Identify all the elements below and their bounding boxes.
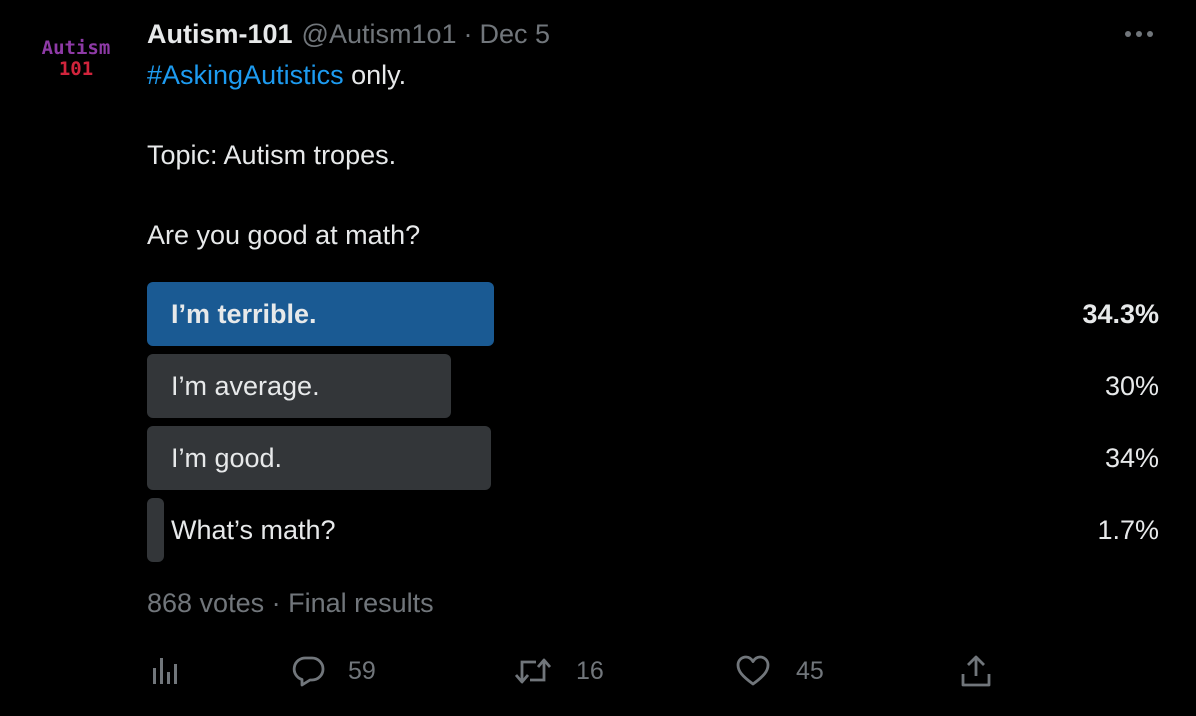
poll-option-label: What’s math?	[171, 515, 336, 545]
poll-option-label: I’m average.	[171, 371, 320, 401]
tweet-text-line-3: Are you good at math?	[147, 220, 421, 250]
heart-icon	[736, 655, 770, 687]
avatar-text-line2: 101	[58, 58, 94, 80]
poll-option-percent: 34%	[1104, 443, 1159, 473]
poll-option-percent: 1.7%	[1097, 515, 1159, 545]
views-button[interactable]	[150, 652, 180, 690]
reply-count: 59	[348, 656, 376, 685]
reply-icon	[292, 654, 326, 688]
retweet-button[interactable]: 16	[514, 652, 604, 690]
share-button[interactable]	[960, 652, 992, 690]
tweet-text-line-1: #AskingAutistics only.	[147, 60, 406, 91]
retweet-count: 16	[576, 656, 604, 685]
tweet-text-line-2: Topic: Autism tropes.	[147, 140, 397, 170]
poll-option-label: I’m terrible.	[171, 299, 317, 329]
hashtag-link[interactable]: #AskingAutistics	[147, 60, 344, 90]
avatar-text-line1: Autism	[41, 37, 111, 59]
tweet: Autism 101 Autism-101 @Autism1o1 · Dec 5…	[0, 0, 1196, 716]
tweet-date[interactable]: Dec 5	[480, 19, 551, 50]
poll-option: I’m good. 34%	[147, 426, 1159, 490]
poll-option-percent: 30%	[1104, 371, 1159, 401]
retweet-icon	[514, 654, 552, 688]
author-display-name[interactable]: Autism-101	[147, 19, 293, 50]
header-separator: ·	[463, 18, 473, 49]
poll-summary: 868 votes · Final results	[147, 588, 434, 618]
poll-option: I’m average. 30%	[147, 354, 1159, 418]
analytics-icon	[150, 656, 180, 686]
poll-option: I’m terrible. 34.3%	[147, 282, 1159, 346]
share-icon	[960, 654, 992, 688]
more-horizontal-icon[interactable]	[1122, 26, 1156, 42]
poll-option-percent: 34.3%	[1082, 299, 1159, 329]
poll-option-label: I’m good.	[171, 443, 283, 473]
reply-button[interactable]: 59	[292, 652, 376, 690]
like-count: 45	[796, 656, 824, 685]
author-handle[interactable]: @Autism1o1	[302, 19, 457, 50]
like-button[interactable]: 45	[736, 652, 824, 690]
avatar[interactable]: Autism 101	[30, 38, 122, 90]
tweet-header: Autism-101 @Autism1o1 · Dec 5	[147, 16, 550, 52]
poll-option: What’s math? 1.7%	[147, 498, 1159, 562]
poll-bar	[147, 498, 164, 562]
tweet-text-rest: only.	[343, 60, 407, 90]
